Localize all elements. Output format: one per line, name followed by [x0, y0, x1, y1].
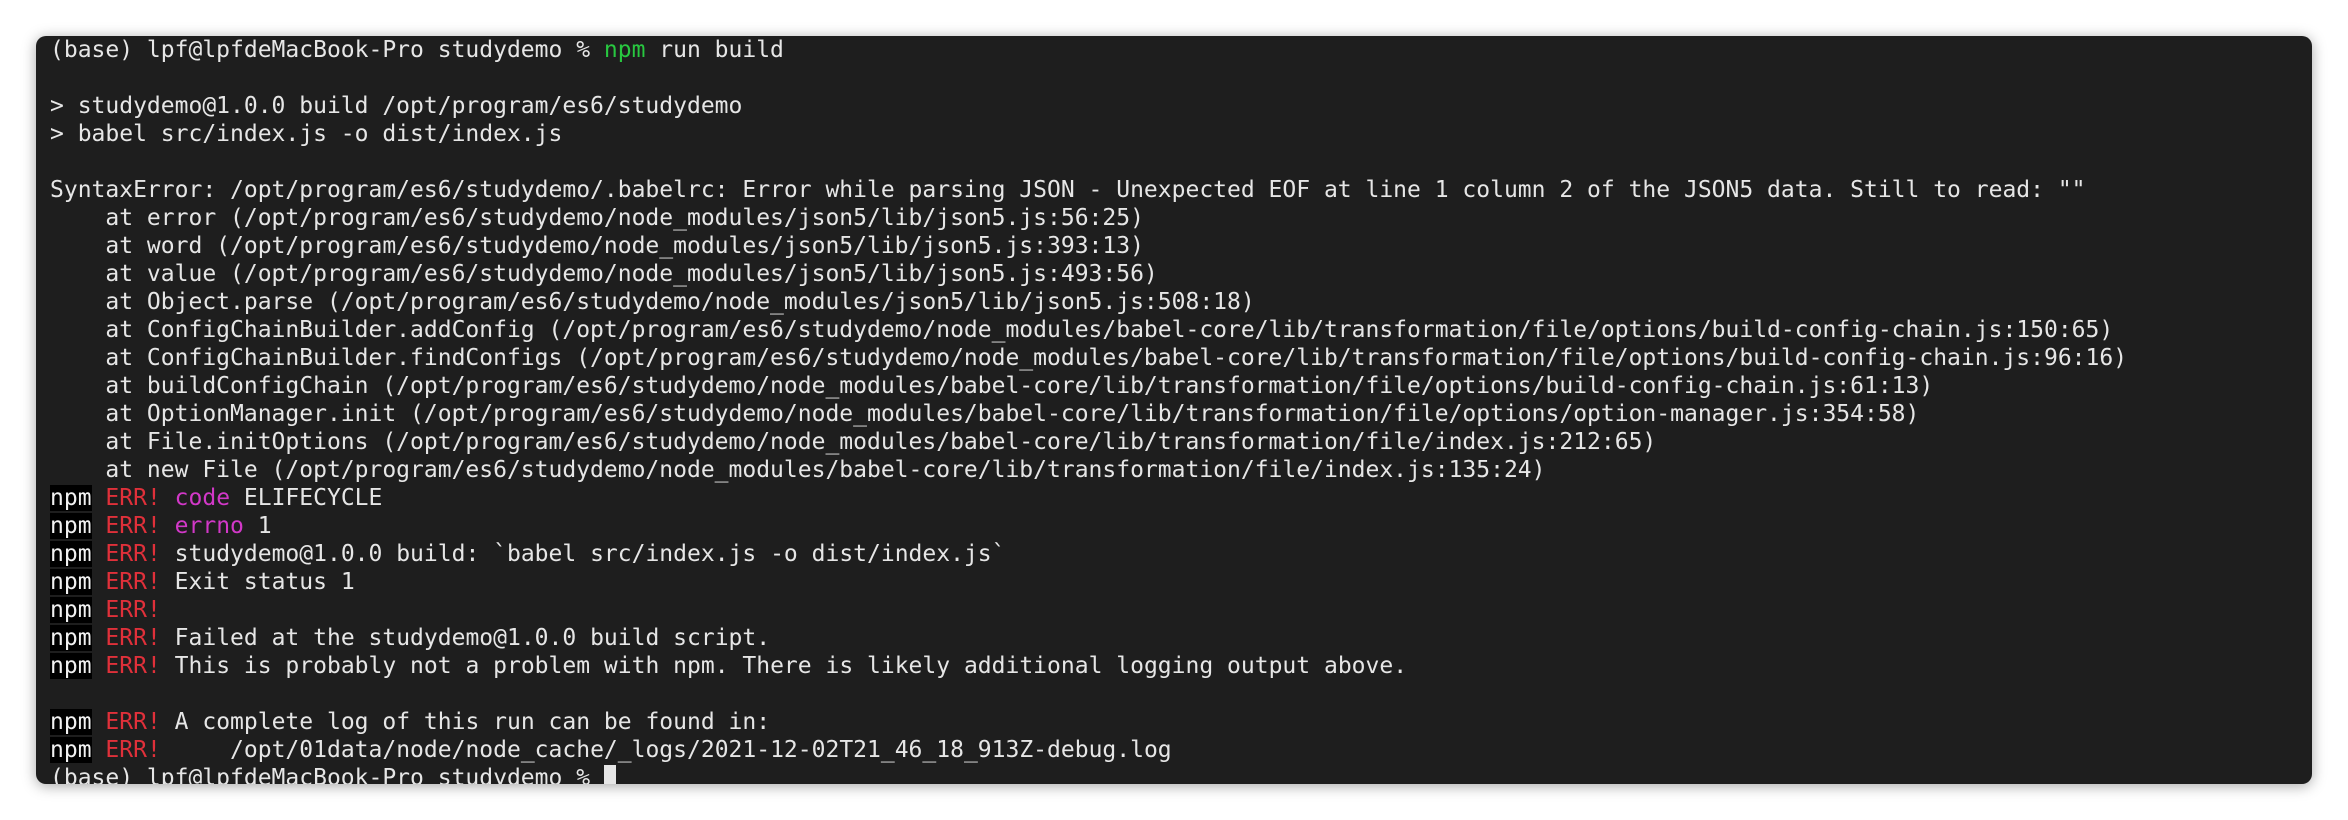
npm-error-line: npm ERR!	[50, 596, 2302, 624]
npm-label: npm	[50, 485, 92, 511]
err-label: ERR!	[105, 541, 161, 567]
error-text: Exit status 1	[174, 569, 355, 595]
command-args: run build	[645, 37, 784, 63]
error-value: ELIFECYCLE	[230, 485, 383, 511]
npm-label: npm	[50, 569, 92, 595]
stack-line: at File.initOptions (/opt/program/es6/st…	[50, 429, 1657, 455]
error-value: 1	[243, 513, 272, 539]
err-label: ERR!	[105, 513, 161, 539]
npm-error-line: npm ERR! code ELIFECYCLE	[50, 484, 2302, 512]
error-text: Failed at the studydemo@1.0.0 build scri…	[174, 625, 771, 651]
prompt: (base) lpf@lpfdeMacBook-Pro studydemo %	[50, 765, 604, 784]
stack-line: at buildConfigChain (/opt/program/es6/st…	[50, 373, 1934, 399]
stack-line: at word (/opt/program/es6/studydemo/node…	[50, 233, 1144, 259]
stack-line: at error (/opt/program/es6/studydemo/nod…	[50, 205, 1144, 231]
terminal-output: (base) lpf@lpfdeMacBook-Pro studydemo % …	[50, 36, 2302, 784]
error-header: SyntaxError: /opt/program/es6/studydemo/…	[50, 177, 2086, 203]
stack-line: at ConfigChainBuilder.findConfigs (/opt/…	[50, 345, 2128, 371]
error-text: studydemo@1.0.0 build: `babel src/index.…	[174, 541, 1006, 567]
npm-error-line: npm ERR! errno 1	[50, 512, 2302, 540]
err-label: ERR!	[105, 625, 161, 651]
prompt-line: (base) lpf@lpfdeMacBook-Pro studydemo % …	[50, 36, 2302, 64]
current-prompt-line[interactable]: (base) lpf@lpfdeMacBook-Pro studydemo %	[50, 764, 2302, 784]
stack-line: at new File (/opt/program/es6/studydemo/…	[50, 457, 1546, 483]
npm-error-line: npm ERR! A complete log of this run can …	[50, 708, 2302, 736]
error-text: A complete log of this run can be found …	[174, 709, 771, 735]
err-label: ERR!	[105, 737, 161, 763]
npm-error-line: npm ERR! studydemo@1.0.0 build: `babel s…	[50, 540, 2302, 568]
err-label: ERR!	[105, 485, 161, 511]
terminal-window[interactable]: (base) lpf@lpfdeMacBook-Pro studydemo % …	[36, 36, 2312, 784]
npm-label: npm	[50, 653, 92, 679]
npm-error-line: npm ERR! Exit status 1	[50, 568, 2302, 596]
npm-label: npm	[50, 625, 92, 651]
npm-label: npm	[50, 709, 92, 735]
script-line: > babel src/index.js -o dist/index.js	[50, 121, 563, 147]
error-key: errno	[174, 513, 244, 539]
stack-line: at value (/opt/program/es6/studydemo/nod…	[50, 261, 1158, 287]
npm-error-line: npm ERR! /opt/01data/node/node_cache/_lo…	[50, 736, 2302, 764]
log-path: /opt/01data/node/node_cache/_logs/2021-1…	[174, 737, 1172, 763]
text-cursor[interactable]	[603, 765, 616, 784]
command-program: npm	[603, 37, 646, 63]
err-label: ERR!	[105, 653, 161, 679]
stack-line: at Object.parse (/opt/program/es6/studyd…	[50, 289, 1255, 315]
err-label: ERR!	[105, 709, 161, 735]
error-text: This is probably not a problem with npm.…	[174, 653, 1408, 679]
npm-label: npm	[50, 513, 92, 539]
error-key: code	[174, 485, 231, 511]
err-label: ERR!	[105, 569, 161, 595]
npm-label: npm	[50, 541, 92, 567]
npm-label: npm	[50, 597, 92, 623]
stack-line: at OptionManager.init (/opt/program/es6/…	[50, 401, 1920, 427]
npm-error-line: npm ERR! Failed at the studydemo@1.0.0 b…	[50, 624, 2302, 652]
err-label: ERR!	[105, 597, 161, 623]
prompt: (base) lpf@lpfdeMacBook-Pro studydemo %	[50, 37, 604, 63]
script-line: > studydemo@1.0.0 build /opt/program/es6…	[50, 93, 743, 119]
stack-line: at ConfigChainBuilder.addConfig (/opt/pr…	[50, 317, 2114, 343]
npm-label: npm	[50, 737, 92, 763]
npm-error-line: npm ERR! This is probably not a problem …	[50, 652, 2302, 680]
